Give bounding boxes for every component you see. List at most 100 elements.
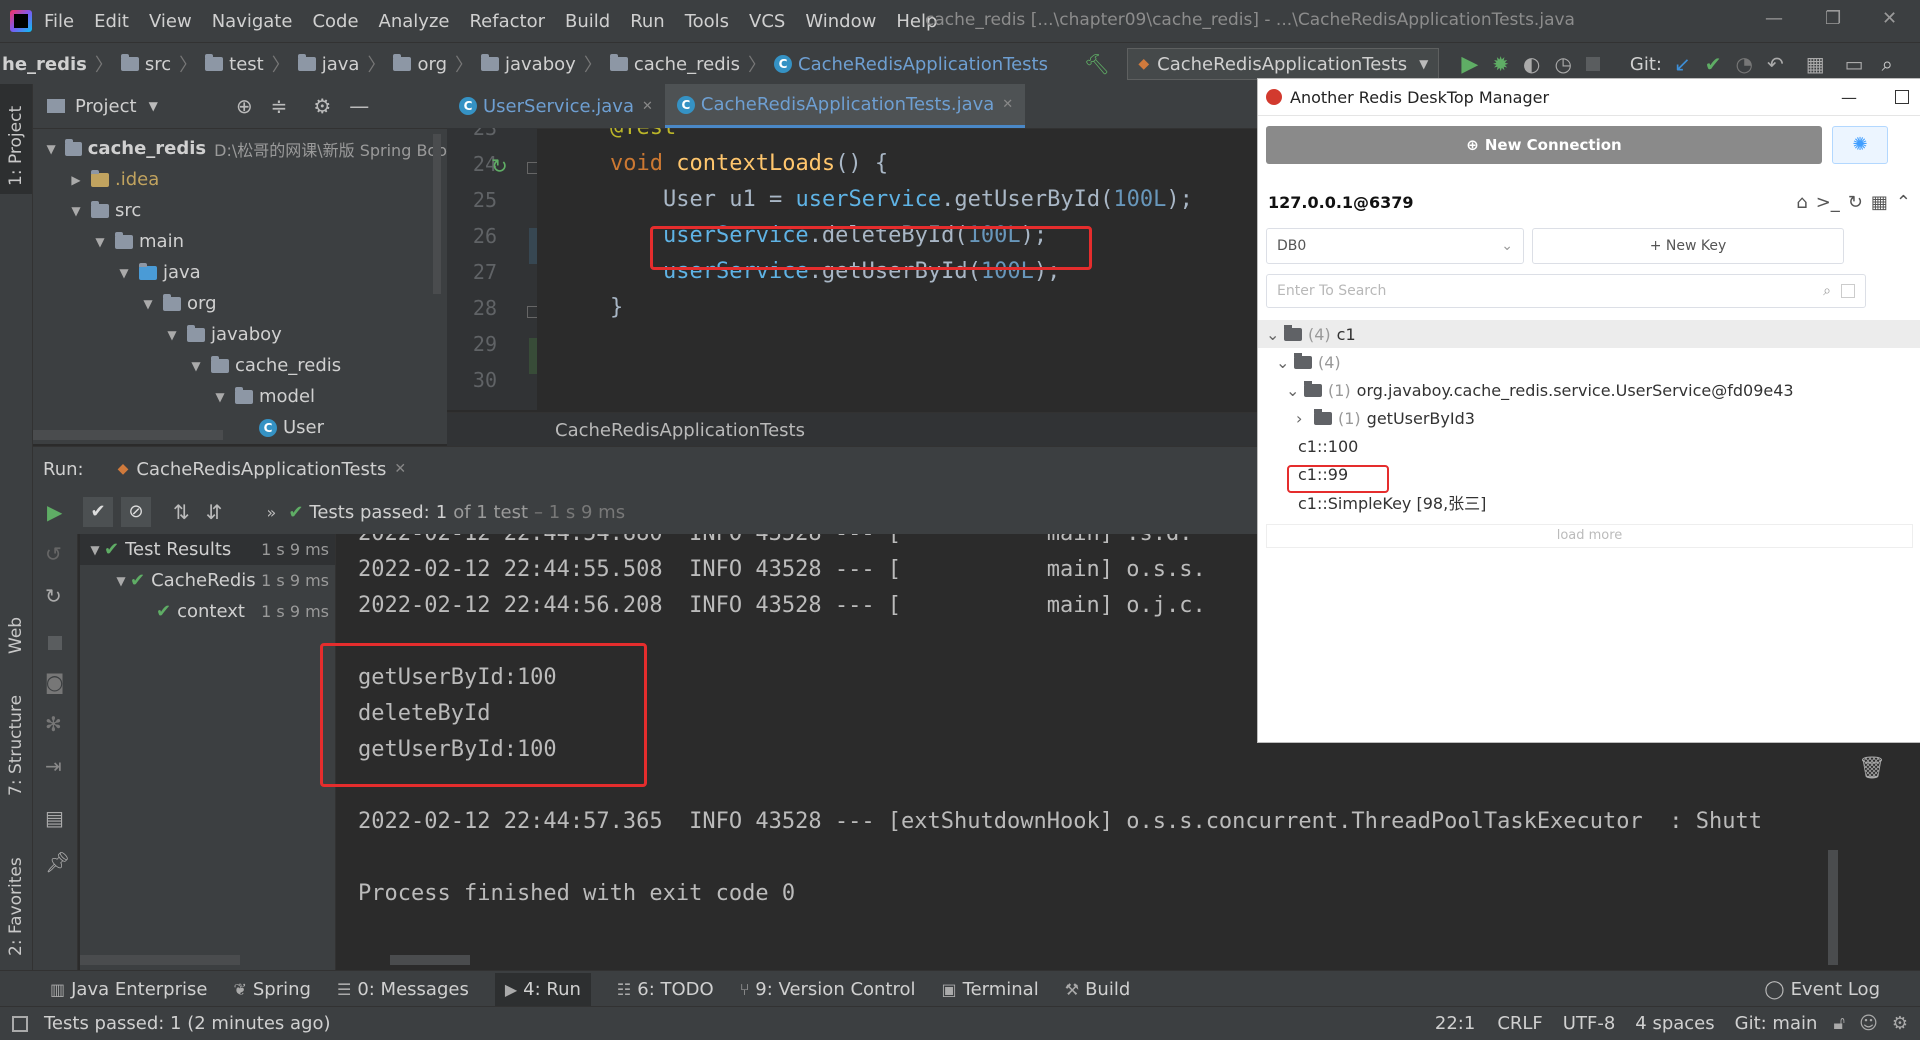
show-ignored-icon[interactable]: ⊘ bbox=[121, 497, 151, 527]
bottom-tab-9-version-control[interactable]: ⑂ 9: Version Control bbox=[740, 979, 916, 1000]
menu-item-analyze[interactable]: Analyze bbox=[379, 11, 450, 32]
new-key-button[interactable]: + New Key bbox=[1532, 228, 1844, 264]
project-tree-item[interactable]: ▼ cache_redis D:\松哥的网课\新版 Spring Boo bbox=[33, 133, 447, 164]
menu-item-tools[interactable]: Tools bbox=[685, 11, 729, 32]
menu-item-run[interactable]: Run bbox=[630, 11, 665, 32]
exact-match-checkbox[interactable] bbox=[1841, 284, 1855, 298]
project-tree-item[interactable]: ▼ src bbox=[33, 195, 447, 226]
chevron-right-icon[interactable]: ▶ bbox=[65, 173, 87, 187]
home-icon[interactable]: ⌂ bbox=[1796, 192, 1807, 213]
breadcrumb-item[interactable]: javaboy 〉 bbox=[481, 51, 602, 77]
inspector-icon[interactable]: ☺ bbox=[1859, 1013, 1878, 1034]
tab-project[interactable]: 1: Project bbox=[6, 106, 26, 186]
redis-folder-item[interactable]: ⌄ (4) bbox=[1258, 348, 1920, 376]
redis-folder-item[interactable]: ⌄ (1) org.javaboy.cache_redis.service.User… bbox=[1258, 376, 1920, 404]
redis-folder-item[interactable]: › (1) getUserById3 bbox=[1258, 404, 1920, 432]
breadcrumb-item[interactable]: org 〉 bbox=[393, 51, 473, 77]
project-scrollbar[interactable] bbox=[433, 134, 441, 294]
breadcrumb-item[interactable]: C CacheRedisApplicationTests bbox=[774, 54, 1048, 75]
more-icon[interactable]: » bbox=[267, 503, 277, 522]
collapse-icon[interactable]: ⌃ bbox=[1896, 192, 1911, 213]
presentation-icon[interactable]: ▭ bbox=[1845, 52, 1864, 76]
console-tests-hscrollbar[interactable] bbox=[80, 955, 240, 965]
breadcrumb-item[interactable]: src 〉 bbox=[120, 51, 197, 77]
project-title[interactable]: Project bbox=[75, 96, 137, 117]
menu-item-code[interactable]: Code bbox=[312, 11, 358, 32]
restore-icon[interactable]: ❐ bbox=[1825, 8, 1841, 29]
project-tree-item[interactable]: ▼ org bbox=[33, 288, 447, 319]
run-config-selector[interactable]: ◆ CacheRedisApplicationTests ▼ bbox=[1127, 48, 1440, 80]
bottom-tab-terminal[interactable]: ▣ Terminal bbox=[942, 979, 1039, 1000]
project-tree-item[interactable]: ▶ .idea bbox=[33, 164, 447, 195]
chevron-down-icon[interactable]: ▼ bbox=[86, 543, 104, 557]
menu-item-edit[interactable]: Edit bbox=[94, 11, 129, 32]
bottom-tab-4-run[interactable]: ▶ 4: Run bbox=[494, 972, 591, 1006]
chevron-down-icon[interactable]: ▼ bbox=[149, 99, 158, 113]
collapse-all-icon[interactable]: ≑ bbox=[271, 94, 288, 118]
breadcrumb-item[interactable]: he_redis 〉 bbox=[2, 51, 113, 77]
rdm-minimize-icon[interactable]: — bbox=[1841, 88, 1857, 107]
toggle-autotest-icon[interactable]: ↻ bbox=[45, 584, 62, 608]
minimize-icon[interactable]: — bbox=[1765, 8, 1783, 29]
server-label[interactable]: 127.0.0.1@6379 bbox=[1268, 193, 1414, 212]
git-commit-icon[interactable]: ✔ bbox=[1705, 52, 1722, 76]
menu-item-navigate[interactable]: Navigate bbox=[212, 11, 293, 32]
test-result-item[interactable]: ▼ ✔ CacheRedis 1 s 9 ms bbox=[80, 565, 335, 596]
chevron-down-icon[interactable]: ⌄ bbox=[1276, 353, 1294, 372]
test-result-item[interactable]: ▼ ✔ Test Results 1 s 9 ms bbox=[80, 534, 335, 565]
breadcrumb-item[interactable]: java 〉 bbox=[297, 51, 385, 77]
stop-icon[interactable] bbox=[1585, 57, 1600, 71]
chevron-down-icon[interactable]: ⌄ bbox=[1266, 325, 1284, 344]
git-rollback-icon[interactable]: ↶ bbox=[1767, 52, 1784, 76]
close-tab-icon[interactable]: ✕ bbox=[1002, 97, 1013, 112]
chevron-down-icon[interactable]: ▼ bbox=[89, 235, 111, 249]
stop-icon[interactable] bbox=[48, 636, 62, 650]
project-tree-item[interactable]: ▼ model bbox=[33, 381, 447, 412]
chevron-right-icon[interactable]: › bbox=[1296, 409, 1314, 428]
gear-icon[interactable]: ⚙ bbox=[313, 94, 331, 118]
tab-web[interactable]: Web bbox=[6, 617, 26, 654]
menu-item-refactor[interactable]: Refactor bbox=[469, 11, 545, 32]
menu-item-build[interactable]: Build bbox=[565, 11, 610, 32]
menu-item-view[interactable]: View bbox=[149, 11, 192, 32]
editor-tab[interactable]: C UserService.java ✕ bbox=[447, 84, 665, 128]
breadcrumb-item[interactable]: test 〉 bbox=[205, 51, 290, 77]
file-encoding[interactable]: UTF-8 bbox=[1563, 1013, 1615, 1034]
chevron-down-icon[interactable]: ▼ bbox=[209, 390, 231, 404]
project-hscrollbar[interactable] bbox=[33, 430, 223, 440]
build-hammer-icon[interactable]: 🔨︎ bbox=[1084, 52, 1109, 76]
project-tree-item[interactable]: ▼ java bbox=[33, 257, 447, 288]
menu-item-window[interactable]: Window bbox=[805, 11, 876, 32]
menu-item-vcs[interactable]: VCS bbox=[749, 11, 785, 32]
project-tree-item[interactable]: ▼ main bbox=[33, 226, 447, 257]
fold-marker-icon[interactable] bbox=[527, 162, 537, 174]
close-tab-icon[interactable]: ✕ bbox=[642, 99, 653, 114]
hide-panel-icon[interactable]: — bbox=[349, 94, 369, 118]
chevron-down-icon[interactable]: ▼ bbox=[137, 297, 159, 311]
bottom-tab-java-enterprise[interactable]: ▥ Java Enterprise bbox=[50, 979, 207, 1000]
search-everywhere-icon[interactable]: ⌕ bbox=[1882, 52, 1893, 76]
sort-duration-icon[interactable]: ⇵ bbox=[206, 500, 223, 524]
show-passed-icon[interactable]: ✔ bbox=[83, 497, 113, 527]
layout-icon[interactable]: ▤ bbox=[45, 806, 64, 830]
project-tree-item[interactable]: ▼ javaboy bbox=[33, 319, 447, 350]
rdm-settings-button[interactable]: ✺ bbox=[1832, 126, 1888, 164]
coverage-icon[interactable]: ◐ bbox=[1523, 52, 1540, 76]
tab-structure[interactable]: 7: Structure bbox=[6, 695, 26, 796]
bottom-tab-build[interactable]: ⚒ Build bbox=[1065, 979, 1131, 1000]
chevron-down-icon[interactable]: ▼ bbox=[65, 204, 87, 218]
bottom-tab-spring[interactable]: ❦ Spring bbox=[233, 979, 311, 1000]
caret-position[interactable]: 22:1 bbox=[1435, 1013, 1475, 1034]
indent-setting[interactable]: 4 spaces bbox=[1635, 1013, 1714, 1034]
clear-all-icon[interactable]: 🗑︎ bbox=[1858, 756, 1886, 781]
bottom-tab-0-messages[interactable]: ☰ 0: Messages bbox=[337, 979, 469, 1000]
rerun-icon[interactable]: ▶ bbox=[47, 500, 62, 524]
git-history-icon[interactable]: ◔ bbox=[1736, 52, 1753, 76]
fold-marker-icon[interactable] bbox=[527, 306, 537, 318]
rerun-failed-icon[interactable]: ↺ bbox=[45, 542, 62, 566]
chevron-down-icon[interactable]: ▼ bbox=[41, 142, 61, 156]
console-hscrollbar[interactable] bbox=[390, 955, 470, 965]
bottom-tab-6-todo[interactable]: ☷ 6: TODO bbox=[617, 979, 714, 1000]
load-more-button[interactable]: load more bbox=[1266, 524, 1913, 548]
refresh-icon[interactable]: ↻ bbox=[1848, 192, 1863, 213]
